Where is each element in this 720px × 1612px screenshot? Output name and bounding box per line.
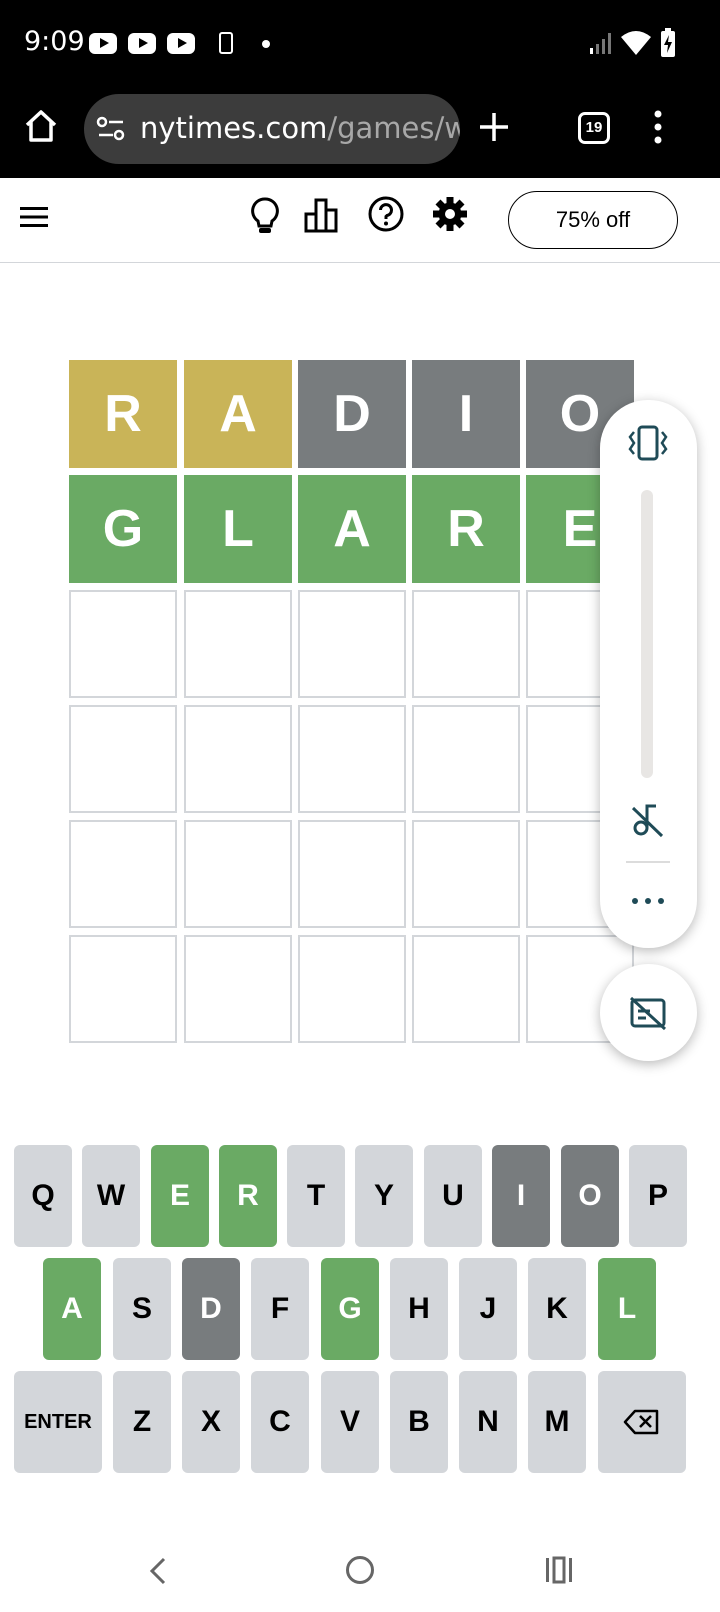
battery-icon <box>661 28 675 57</box>
phone-icon <box>219 32 233 54</box>
url-text: nytimes.com/games/wordle <box>140 111 460 145</box>
key-n[interactable]: N <box>459 1371 517 1473</box>
tab-switcher-button[interactable]: 19 <box>578 112 610 144</box>
statistics-icon[interactable] <box>303 196 343 234</box>
key-q[interactable]: Q <box>14 1145 72 1247</box>
key-a[interactable]: A <box>43 1258 101 1360</box>
empty-tile <box>69 820 177 928</box>
empty-tile <box>69 705 177 813</box>
backspace-key[interactable] <box>598 1371 686 1473</box>
signal-icon <box>590 33 611 54</box>
vibrate-icon[interactable] <box>626 424 670 462</box>
empty-tile <box>298 935 406 1043</box>
youtube-icon <box>89 33 117 54</box>
key-y[interactable]: Y <box>355 1145 413 1247</box>
letter-tile-present: A <box>184 360 292 468</box>
empty-tile <box>412 705 520 813</box>
settings-gear-icon[interactable] <box>431 195 469 233</box>
key-r[interactable]: R <box>219 1145 277 1247</box>
nav-home-icon[interactable] <box>346 1556 374 1584</box>
key-h[interactable]: H <box>390 1258 448 1360</box>
volume-slider[interactable] <box>641 490 653 778</box>
empty-tile <box>412 820 520 928</box>
help-icon[interactable] <box>367 195 405 233</box>
key-v[interactable]: V <box>321 1371 379 1473</box>
empty-tile <box>184 935 292 1043</box>
key-m[interactable]: M <box>528 1371 586 1473</box>
nav-back-icon[interactable] <box>146 1555 170 1587</box>
status-time: 9:09 <box>24 26 85 57</box>
empty-tile <box>412 590 520 698</box>
key-c[interactable]: C <box>251 1371 309 1473</box>
more-dots-icon[interactable] <box>630 894 666 908</box>
key-f[interactable]: F <box>251 1258 309 1360</box>
enter-key[interactable]: ENTER <box>14 1371 102 1473</box>
key-o[interactable]: O <box>561 1145 619 1247</box>
key-k[interactable]: K <box>528 1258 586 1360</box>
empty-tile <box>298 820 406 928</box>
site-settings-icon[interactable] <box>96 114 126 144</box>
url-bar[interactable]: nytimes.com/games/wordle <box>84 94 460 164</box>
key-u[interactable]: U <box>424 1145 482 1247</box>
letter-tile-absent: D <box>298 360 406 468</box>
empty-tile <box>69 590 177 698</box>
key-x[interactable]: X <box>182 1371 240 1473</box>
dot-icon <box>262 40 270 48</box>
new-tab-icon[interactable] <box>477 110 511 144</box>
key-d[interactable]: D <box>182 1258 240 1360</box>
youtube-icon <box>128 33 156 54</box>
menu-icon[interactable] <box>18 204 50 230</box>
letter-tile-correct: L <box>184 475 292 583</box>
empty-tile <box>298 590 406 698</box>
home-icon[interactable] <box>22 107 60 145</box>
key-l[interactable]: L <box>598 1258 656 1360</box>
wifi-icon <box>621 31 651 55</box>
key-e[interactable]: E <box>151 1145 209 1247</box>
key-z[interactable]: Z <box>113 1371 171 1473</box>
letter-tile-absent: I <box>412 360 520 468</box>
url-host: nytimes.com <box>140 111 328 145</box>
key-g[interactable]: G <box>321 1258 379 1360</box>
empty-tile <box>412 935 520 1043</box>
key-i[interactable]: I <box>492 1145 550 1247</box>
backspace-icon <box>623 1409 659 1435</box>
key-p[interactable]: P <box>629 1145 687 1247</box>
letter-tile-present: R <box>69 360 177 468</box>
key-j[interactable]: J <box>459 1258 517 1360</box>
key-b[interactable]: B <box>390 1371 448 1473</box>
key-t[interactable]: T <box>287 1145 345 1247</box>
panel-divider <box>626 861 670 863</box>
empty-tile <box>298 705 406 813</box>
music-mute-icon[interactable] <box>628 800 668 840</box>
empty-tile <box>184 705 292 813</box>
empty-tile <box>184 820 292 928</box>
empty-tile <box>69 935 177 1043</box>
key-w[interactable]: W <box>82 1145 140 1247</box>
nav-recents-icon[interactable] <box>544 1555 574 1585</box>
promo-button[interactable]: 75% off <box>508 191 678 249</box>
hint-lightbulb-icon[interactable] <box>248 196 282 236</box>
captions-off-icon[interactable] <box>628 994 668 1032</box>
letter-tile-correct: G <box>69 475 177 583</box>
letter-tile-correct: R <box>412 475 520 583</box>
youtube-icon <box>167 33 195 54</box>
key-s[interactable]: S <box>113 1258 171 1360</box>
empty-tile <box>184 590 292 698</box>
more-options-icon[interactable] <box>651 108 665 148</box>
letter-tile-correct: A <box>298 475 406 583</box>
url-path: /games/wordle <box>327 111 460 145</box>
